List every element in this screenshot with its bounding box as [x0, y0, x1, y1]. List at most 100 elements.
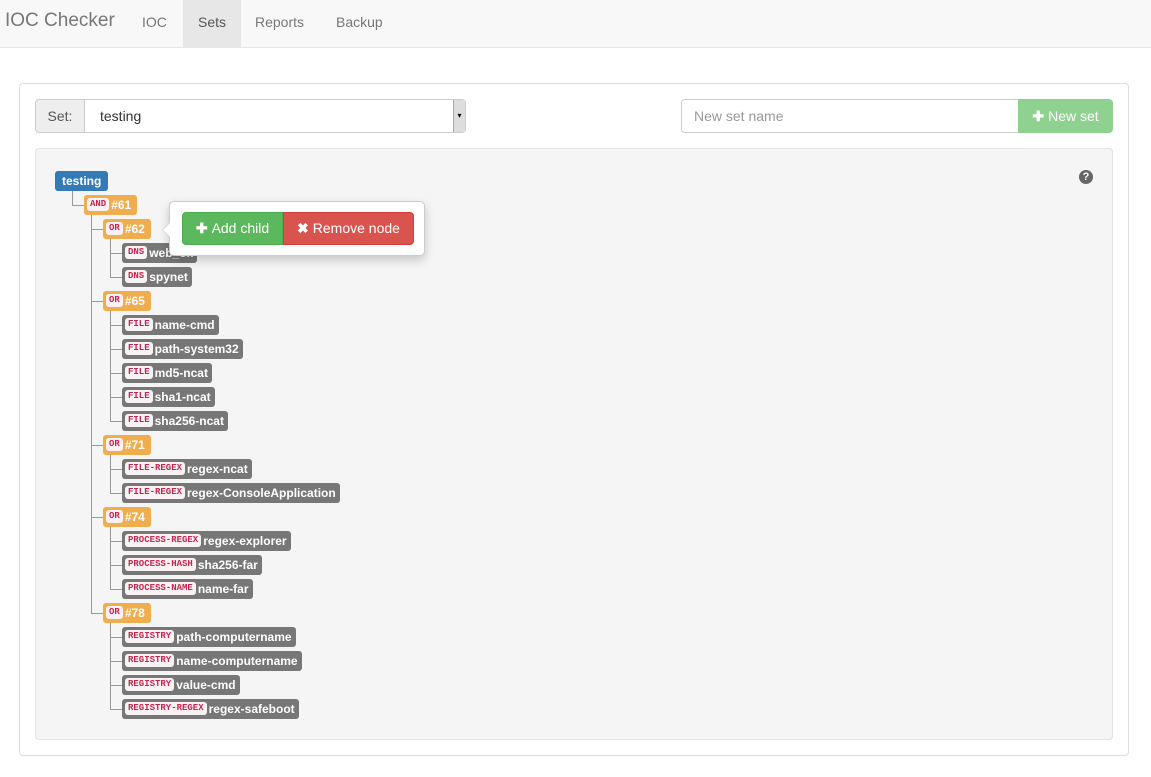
- ioc-name: path-system32: [154, 342, 239, 356]
- ioc-name: regex-explorer: [203, 534, 287, 548]
- tree-connector: [110, 239, 111, 277]
- dropdown-arrow-icon[interactable]: ▾: [453, 100, 465, 132]
- tree-ioc-node[interactable]: DNS spynet: [122, 267, 192, 287]
- tree-or-node[interactable]: OR #65: [103, 291, 151, 311]
- tree-or-node[interactable]: OR #74: [103, 507, 151, 527]
- new-set-button[interactable]: ✚ New set: [1018, 99, 1113, 133]
- new-set-name-input[interactable]: [681, 99, 1019, 133]
- ioc-name: name-far: [197, 582, 249, 596]
- node-id: #61: [111, 198, 132, 212]
- tree-ioc-node[interactable]: REGISTRY name-computername: [122, 651, 302, 671]
- tree-ioc-node[interactable]: REGISTRY-REGEX regex-safeboot: [122, 699, 299, 719]
- tree-connector: [91, 215, 92, 613]
- tree-connector: [110, 455, 111, 493]
- tree-ioc-node[interactable]: FILE name-cmd: [122, 315, 219, 335]
- ioc-name: md5-ncat: [154, 366, 208, 380]
- tree-connector: [110, 685, 122, 686]
- ioc-name: path-computername: [176, 630, 292, 644]
- ioc-type-tag: DNS: [125, 246, 148, 260]
- tree-ioc-node[interactable]: FILE-REGEX regex-ConsoleApplication: [122, 483, 340, 503]
- ioc-type-tag: REGISTRY: [125, 630, 175, 644]
- tree-connector: [110, 325, 122, 326]
- tree-connector: [110, 565, 122, 566]
- ioc-type-tag: REGISTRY: [125, 678, 175, 692]
- tree-ioc-node[interactable]: REGISTRY value-cmd: [122, 675, 240, 695]
- ioc-type-tag: FILE: [125, 390, 153, 404]
- tree-connector: [91, 229, 103, 230]
- remove-node-button[interactable]: ✖ Remove node: [283, 212, 414, 245]
- ioc-type-tag: DNS: [125, 270, 148, 284]
- set-select-value: testing: [100, 108, 142, 124]
- ioc-name: sha256-far: [197, 558, 258, 572]
- question-circle-icon[interactable]: ?: [1079, 170, 1093, 184]
- tree-connector: [72, 205, 84, 206]
- tree-connector: [91, 445, 103, 446]
- tree-connector: [91, 613, 103, 614]
- tree-or-node[interactable]: OR #71: [103, 435, 151, 455]
- ioc-name: value-cmd: [176, 678, 236, 692]
- ioc-name: name-cmd: [154, 318, 215, 332]
- tree-ioc-node[interactable]: PROCESS-HASH sha256-far: [122, 555, 262, 575]
- nav-link-reports[interactable]: Reports: [241, 0, 318, 47]
- node-id: #62: [124, 222, 145, 236]
- add-child-label: Add child: [211, 220, 270, 236]
- tree-ioc-node[interactable]: FILE path-system32: [122, 339, 243, 359]
- node-id: #74: [124, 510, 145, 524]
- ioc-name: spynet: [149, 270, 188, 284]
- tree-connector: [110, 311, 111, 421]
- ioc-type-tag: REGISTRY-REGEX: [125, 702, 207, 716]
- tree-root-node[interactable]: testing: [55, 171, 109, 191]
- tree-or-node[interactable]: OR #78: [103, 603, 151, 623]
- plus-icon: ✚: [195, 220, 208, 236]
- tree-connector: [110, 469, 122, 470]
- tree-ioc-node[interactable]: FILE sha256-ncat: [122, 411, 228, 431]
- ioc-type-tag: PROCESS-REGEX: [125, 534, 202, 548]
- tree-connector: [110, 277, 122, 278]
- tree-ioc-node[interactable]: FILE-REGEX regex-ncat: [122, 459, 252, 479]
- tree-connector: [110, 637, 122, 638]
- tree-ioc-node[interactable]: PROCESS-NAME name-far: [122, 579, 253, 599]
- set-selector: Set: testing ▾: [35, 99, 466, 133]
- tree-ioc-node[interactable]: REGISTRY path-computername: [122, 627, 296, 647]
- remove-node-label: Remove node: [312, 220, 400, 236]
- tree-connector: [110, 709, 122, 710]
- ioc-type-tag: FILE: [125, 318, 153, 332]
- tree-connector: [110, 589, 122, 590]
- tree-connector: [110, 349, 122, 350]
- tree-or-node[interactable]: OR #62: [103, 219, 151, 239]
- operator-tag: OR: [106, 222, 123, 236]
- tree-ioc-node[interactable]: FILE sha1-ncat: [122, 387, 215, 407]
- ioc-type-tag: FILE-REGEX: [125, 462, 186, 476]
- node-id: #65: [124, 294, 145, 308]
- close-icon: ✖: [297, 220, 309, 236]
- set-label: Set:: [35, 99, 85, 133]
- tree-connector: [110, 661, 122, 662]
- node-actions-popover: ✚ Add child ✖ Remove node: [162, 201, 425, 256]
- tree-connector: [110, 373, 122, 374]
- tree-ioc-node[interactable]: PROCESS-REGEX regex-explorer: [122, 531, 291, 551]
- ioc-name: regex-ncat: [187, 462, 248, 476]
- nav-link-ioc[interactable]: IOC: [128, 0, 181, 47]
- add-child-button[interactable]: ✚ Add child: [182, 212, 283, 245]
- app-brand[interactable]: IOC Checker: [5, 10, 115, 32]
- ioc-name: sha256-ncat: [154, 414, 224, 428]
- navbar: IOC Checker IOC Sets Reports Backup: [0, 0, 1151, 48]
- tree-connector: [110, 397, 122, 398]
- tree-ioc-node[interactable]: FILE md5-ncat: [122, 363, 212, 383]
- ioc-type-tag: FILE: [125, 414, 153, 428]
- set-select[interactable]: testing ▾: [84, 99, 466, 133]
- popover-arrow: [162, 222, 170, 238]
- ioc-name: sha1-ncat: [154, 390, 211, 404]
- tree-connector: [110, 493, 122, 494]
- tree-and-node[interactable]: AND #61: [84, 195, 138, 215]
- ioc-type-tag: PROCESS-HASH: [125, 558, 196, 572]
- tree-connector: [110, 527, 111, 589]
- tree-connector: [91, 517, 103, 518]
- node-id: #71: [124, 438, 145, 452]
- ioc-name: name-computername: [176, 654, 298, 668]
- tree-connector: [110, 421, 122, 422]
- nav-link-sets[interactable]: Sets: [183, 0, 241, 47]
- nav-link-backup[interactable]: Backup: [322, 0, 397, 47]
- operator-tag: OR: [106, 606, 123, 620]
- ioc-type-tag: REGISTRY: [125, 654, 175, 668]
